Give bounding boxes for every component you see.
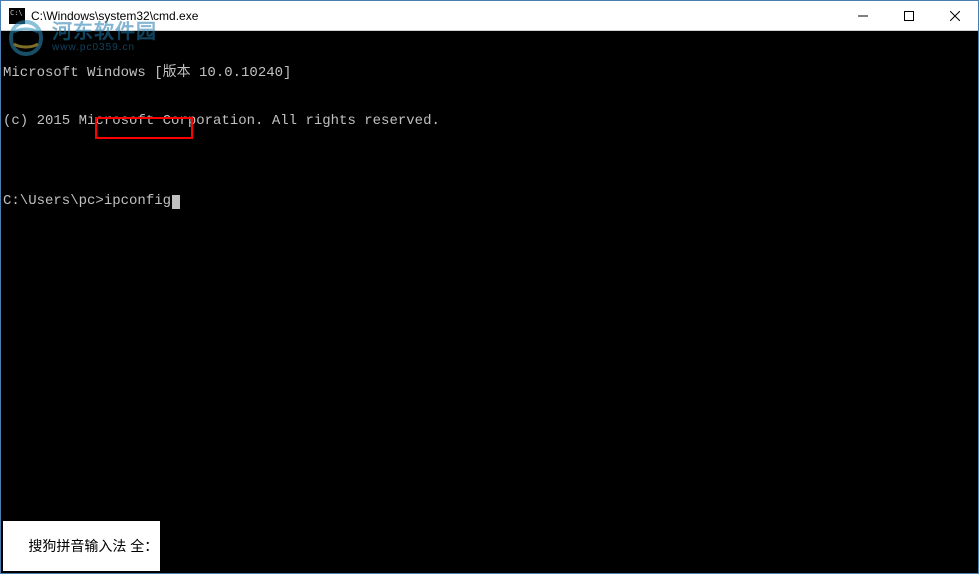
window-title: C:\Windows\system32\cmd.exe <box>31 9 840 23</box>
terminal-area[interactable]: Microsoft Windows [版本 10.0.10240] (c) 20… <box>1 31 978 573</box>
terminal-prompt-line: C:\Users\pc>ipconfig <box>3 193 976 209</box>
terminal-line-1: Microsoft Windows [版本 10.0.10240] <box>3 65 976 81</box>
cmd-icon <box>9 8 25 24</box>
cmd-window: C:\Windows\system32\cmd.exe Microsoft Wi… <box>0 0 979 574</box>
minimize-button[interactable] <box>840 1 886 30</box>
window-controls <box>840 1 978 30</box>
ime-status-bar: 搜狗拼音输入法 全： <box>3 521 160 571</box>
maximize-button[interactable] <box>886 1 932 30</box>
terminal-line-2: (c) 2015 Microsoft Corporation. All righ… <box>3 113 976 129</box>
cursor <box>172 195 180 209</box>
ime-text: 搜狗拼音输入法 全： <box>28 538 158 554</box>
close-button[interactable] <box>932 1 978 30</box>
titlebar[interactable]: C:\Windows\system32\cmd.exe <box>1 1 978 31</box>
prompt-text: C:\Users\pc> <box>3 193 104 209</box>
command-text: ipconfig <box>104 193 171 209</box>
